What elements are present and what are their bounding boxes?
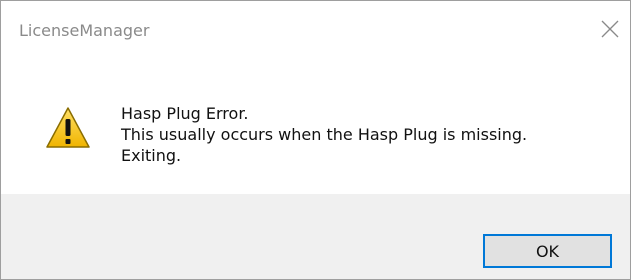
message-text: Hasp Plug Error. This usually occurs whe… — [121, 103, 527, 166]
message-line: Hasp Plug Error. — [121, 104, 249, 123]
close-icon — [601, 20, 619, 38]
ok-button[interactable]: OK — [483, 234, 612, 268]
button-bar: OK — [1, 194, 630, 279]
message-line: Exiting. — [121, 146, 182, 165]
title-bar[interactable]: LicenseManager — [1, 1, 630, 63]
ok-button-label: OK — [535, 242, 560, 261]
message-line: This usually occurs when the Hasp Plug i… — [121, 125, 528, 144]
dialog-content: Hasp Plug Error. This usually occurs whe… — [1, 63, 630, 194]
close-button[interactable] — [590, 9, 630, 49]
warning-icon — [46, 107, 90, 148]
message-dialog: LicenseManager Hasp Plug Error. This usu… — [0, 0, 631, 280]
window-title: LicenseManager — [19, 21, 150, 40]
